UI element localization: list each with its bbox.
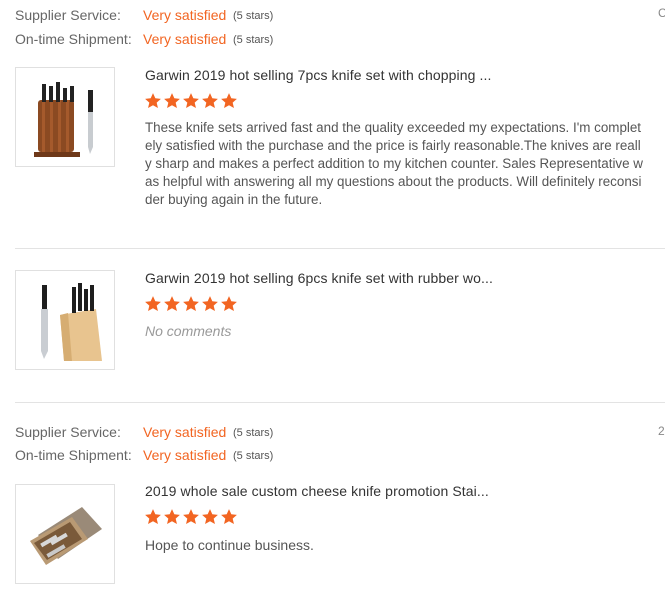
rating-stars xyxy=(144,92,238,110)
rating-stars xyxy=(144,295,238,313)
star-icon xyxy=(163,508,181,526)
feedback-divider xyxy=(15,402,665,403)
product-thumbnail[interactable] xyxy=(15,270,115,370)
star-icon xyxy=(220,295,238,313)
knife-set-wood-block-icon xyxy=(41,283,102,361)
star-icon xyxy=(182,295,200,313)
cheese-knife-box-icon xyxy=(30,507,102,565)
star-icon xyxy=(182,508,200,526)
star-icon xyxy=(201,508,219,526)
ontime-shipment-value: Very satisfied xyxy=(143,447,227,463)
product-thumbnail[interactable] xyxy=(15,67,115,167)
supplier-service-stars: (5 stars) xyxy=(233,427,274,439)
edge-text: C xyxy=(658,6,665,20)
product-title[interactable]: Garwin 2019 hot selling 6pcs knife set w… xyxy=(145,270,493,286)
review-comment: Hope to continue business. xyxy=(145,537,314,553)
supplier-service-value: Very satisfied xyxy=(143,7,227,23)
product-title[interactable]: 2019 whole sale custom cheese knife prom… xyxy=(145,483,489,499)
supplier-service-stars: (5 stars) xyxy=(233,10,274,22)
ontime-shipment-value: Very satisfied xyxy=(143,31,227,47)
star-icon xyxy=(220,92,238,110)
star-icon xyxy=(144,508,162,526)
star-icon xyxy=(220,508,238,526)
edge-text: 2 xyxy=(658,424,665,438)
star-icon xyxy=(201,295,219,313)
ontime-shipment-stars: (5 stars) xyxy=(233,34,274,46)
star-icon xyxy=(182,92,200,110)
review-comment: These knife sets arrived fast and the qu… xyxy=(145,120,643,207)
supplier-service-value: Very satisfied xyxy=(143,424,227,440)
ontime-shipment-stars: (5 stars) xyxy=(233,450,274,462)
supplier-service-label: Supplier Service: xyxy=(15,7,121,23)
star-icon xyxy=(144,92,162,110)
star-icon xyxy=(163,295,181,313)
review-comment: No comments xyxy=(145,323,232,339)
item-divider xyxy=(15,248,665,249)
star-icon xyxy=(201,92,219,110)
ontime-shipment-label: On-time Shipment: xyxy=(15,447,132,463)
product-thumbnail[interactable] xyxy=(15,484,115,584)
rating-stars xyxy=(144,508,238,526)
ontime-shipment-label: On-time Shipment: xyxy=(15,31,132,47)
star-icon xyxy=(144,295,162,313)
star-icon xyxy=(163,92,181,110)
supplier-service-label: Supplier Service: xyxy=(15,424,121,440)
product-title[interactable]: Garwin 2019 hot selling 7pcs knife set w… xyxy=(145,67,491,83)
knife-set-block-icon xyxy=(34,82,93,157)
